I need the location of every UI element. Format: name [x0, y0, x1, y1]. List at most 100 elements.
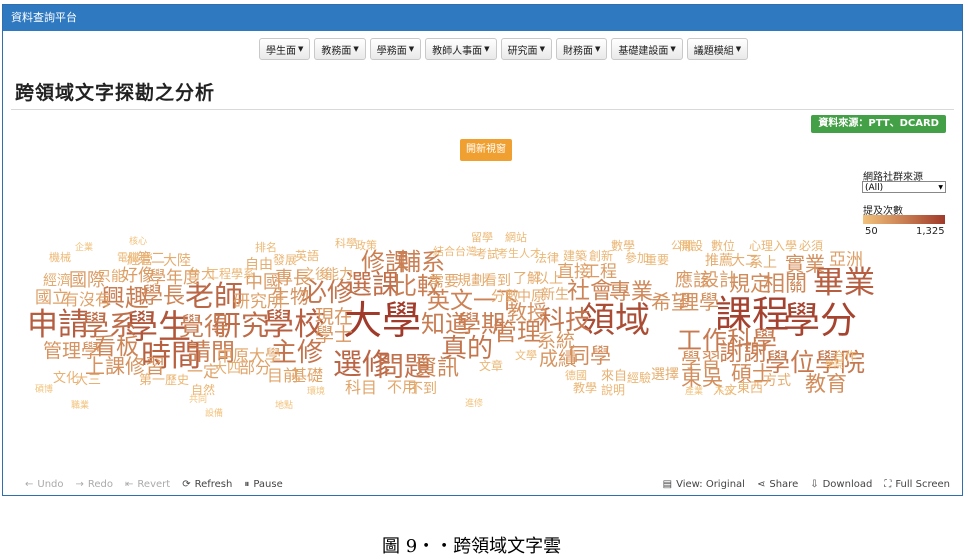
word-cloud-word[interactable]: 亞洲 — [829, 252, 863, 269]
word-cloud-word[interactable]: 入學 — [773, 240, 797, 252]
word-cloud-word[interactable]: 第一 — [139, 374, 165, 387]
word-cloud-word[interactable]: 申請 — [27, 310, 89, 341]
word-cloud-word[interactable]: 成績 — [539, 350, 577, 369]
source-filter-select[interactable]: (All) ▼ — [862, 181, 946, 193]
word-cloud-word[interactable]: 留學 — [471, 232, 493, 243]
word-cloud-word[interactable]: 只能 — [97, 270, 125, 284]
word-cloud-word[interactable]: 學分 — [783, 302, 857, 339]
word-cloud-word[interactable]: 進修 — [465, 400, 483, 409]
menu-faculty[interactable]: 教師人事面 ▼ — [425, 38, 497, 60]
word-cloud-word[interactable]: 碩博 — [35, 386, 53, 395]
word-cloud-word[interactable]: 新生 — [541, 288, 569, 302]
word-cloud-word[interactable]: 有沒有 — [63, 292, 111, 308]
word-cloud-word[interactable]: 實業 — [785, 254, 825, 274]
word-cloud-word[interactable]: 重要 — [645, 254, 669, 266]
word-cloud-word[interactable]: 看到 — [483, 274, 511, 288]
share-button[interactable]: ⋖ Share — [757, 479, 798, 490]
word-cloud-word[interactable]: 學院 — [825, 362, 843, 371]
word-cloud-word[interactable]: 東西 — [737, 382, 763, 395]
word-cloud-word[interactable]: 覺得 — [179, 314, 229, 339]
word-cloud-word[interactable]: 不到 — [409, 382, 437, 396]
word-cloud-word[interactable]: 現在 — [315, 308, 353, 327]
menu-topic-module[interactable]: 議題模組 ▼ — [686, 38, 749, 60]
word-cloud-word[interactable]: 謝謝 — [719, 340, 767, 364]
word-cloud-word[interactable]: 人才 — [519, 248, 541, 259]
word-cloud-word[interactable]: 推薦 — [705, 254, 733, 268]
word-cloud-word[interactable]: 研究所 — [233, 294, 284, 311]
undo-button[interactable]: ← Undo — [25, 479, 64, 490]
word-cloud-word[interactable]: 不分 — [715, 388, 733, 397]
word-cloud-word[interactable]: 科目 — [345, 380, 377, 396]
word-cloud-word[interactable]: 之後 — [301, 268, 329, 282]
word-cloud-word[interactable]: 政策 — [355, 240, 377, 251]
menu-academic[interactable]: 教務面 ▼ — [314, 38, 366, 60]
word-cloud-word[interactable]: 科學 — [335, 238, 357, 249]
word-cloud-word[interactable]: 必須 — [799, 240, 823, 252]
word-cloud-word[interactable]: 英語 — [295, 250, 319, 262]
fullscreen-button[interactable]: ⛶ Full Screen — [884, 479, 950, 490]
word-cloud-word[interactable]: 學長 — [141, 286, 185, 308]
word-cloud-word[interactable]: 來自 — [601, 370, 627, 383]
word-cloud-word[interactable]: 設計 — [701, 272, 737, 290]
word-cloud-word[interactable]: 大四 — [213, 362, 241, 376]
word-cloud-word[interactable]: 資訊 — [415, 358, 459, 380]
word-cloud-word[interactable]: 基礎 — [291, 368, 323, 384]
word-cloud-word[interactable]: 數位 — [711, 240, 735, 252]
word-cloud-word[interactable]: 系上 — [749, 256, 777, 270]
word-cloud-word[interactable]: 教育 — [805, 374, 847, 395]
word-cloud-word[interactable]: 歷史 — [165, 374, 189, 386]
word-cloud-word[interactable]: 需要 — [429, 274, 459, 289]
word-cloud-word[interactable]: 教授 — [507, 302, 547, 322]
word-cloud-word[interactable]: 德國 — [565, 370, 587, 381]
word-cloud-word[interactable]: 考生 — [497, 248, 519, 259]
open-new-window-button[interactable]: 開新視窗 — [460, 139, 512, 161]
menu-student-affairs[interactable]: 學務面 ▼ — [369, 38, 422, 60]
word-cloud-word[interactable]: 能力 — [325, 268, 353, 282]
word-cloud-word[interactable]: 創新 — [589, 250, 613, 262]
menu-research[interactable]: 研究面 ▼ — [500, 38, 552, 60]
word-cloud-word[interactable]: 文章 — [479, 360, 503, 372]
word-cloud-word[interactable]: 選擇 — [651, 368, 679, 382]
refresh-button[interactable]: ⟳ Refresh — [182, 479, 232, 490]
word-cloud-word[interactable]: 學士 — [315, 326, 353, 345]
word-cloud-word[interactable]: 工程學系 — [207, 268, 255, 280]
word-cloud-word[interactable]: 核心 — [129, 238, 147, 247]
word-cloud-word[interactable]: 企業 — [75, 244, 93, 253]
word-cloud-word[interactable]: 學習 — [681, 350, 721, 370]
download-button[interactable]: ⇩ Download — [810, 479, 872, 490]
word-cloud-word[interactable]: 專業 — [609, 282, 653, 304]
word-cloud-word[interactable]: 結合 — [433, 246, 455, 257]
word-cloud-word[interactable]: 分數 — [491, 290, 519, 304]
word-cloud-word[interactable]: 經濟 — [43, 274, 71, 288]
view-button[interactable]: ▤ View: Original — [663, 479, 745, 490]
word-cloud-word[interactable]: 經驗 — [627, 372, 651, 384]
word-cloud-word[interactable]: 地點 — [275, 402, 293, 411]
word-cloud-word[interactable]: 職業 — [71, 402, 89, 411]
word-cloud-word[interactable]: 大陸 — [163, 254, 191, 268]
word-cloud-word[interactable]: 排名 — [255, 242, 277, 253]
redo-button[interactable]: → Redo — [76, 479, 114, 490]
word-cloud-word[interactable]: 數學 — [611, 240, 635, 252]
menu-infrastructure[interactable]: 基礎建設面 ▼ — [611, 38, 683, 60]
word-cloud-word[interactable]: 大三 — [75, 374, 101, 387]
word-cloud-word[interactable]: 社會 — [567, 280, 613, 303]
word-cloud-word[interactable]: 電腦 — [117, 252, 139, 263]
word-cloud-word[interactable]: 設備 — [205, 410, 223, 419]
menu-student[interactable]: 學生面 ▼ — [259, 38, 311, 60]
word-cloud-word[interactable]: 選課 — [345, 272, 399, 299]
word-cloud-word[interactable]: 方式 — [763, 374, 791, 388]
word-cloud-word[interactable]: 規劃 — [457, 274, 485, 288]
word-cloud-word[interactable]: 建築 — [563, 250, 587, 262]
word-cloud-word[interactable]: 環境 — [307, 388, 325, 397]
word-cloud-word[interactable]: 說明 — [601, 384, 625, 396]
word-cloud-word[interactable]: 教學 — [573, 382, 597, 394]
word-cloud-word[interactable]: 大學 — [343, 302, 421, 341]
word-cloud-word[interactable]: 產業 — [685, 388, 703, 397]
word-cloud-word[interactable]: 台灣 — [455, 246, 477, 257]
word-cloud-word[interactable]: 發展 — [273, 254, 297, 266]
word-cloud-word[interactable]: 文學 — [515, 350, 537, 361]
word-cloud-word[interactable]: 中原 — [517, 290, 545, 304]
word-cloud-word[interactable]: 心理 — [749, 240, 773, 252]
menu-finance[interactable]: 財務面 ▼ — [555, 38, 608, 60]
word-cloud-word[interactable]: 管理學 — [43, 342, 100, 361]
